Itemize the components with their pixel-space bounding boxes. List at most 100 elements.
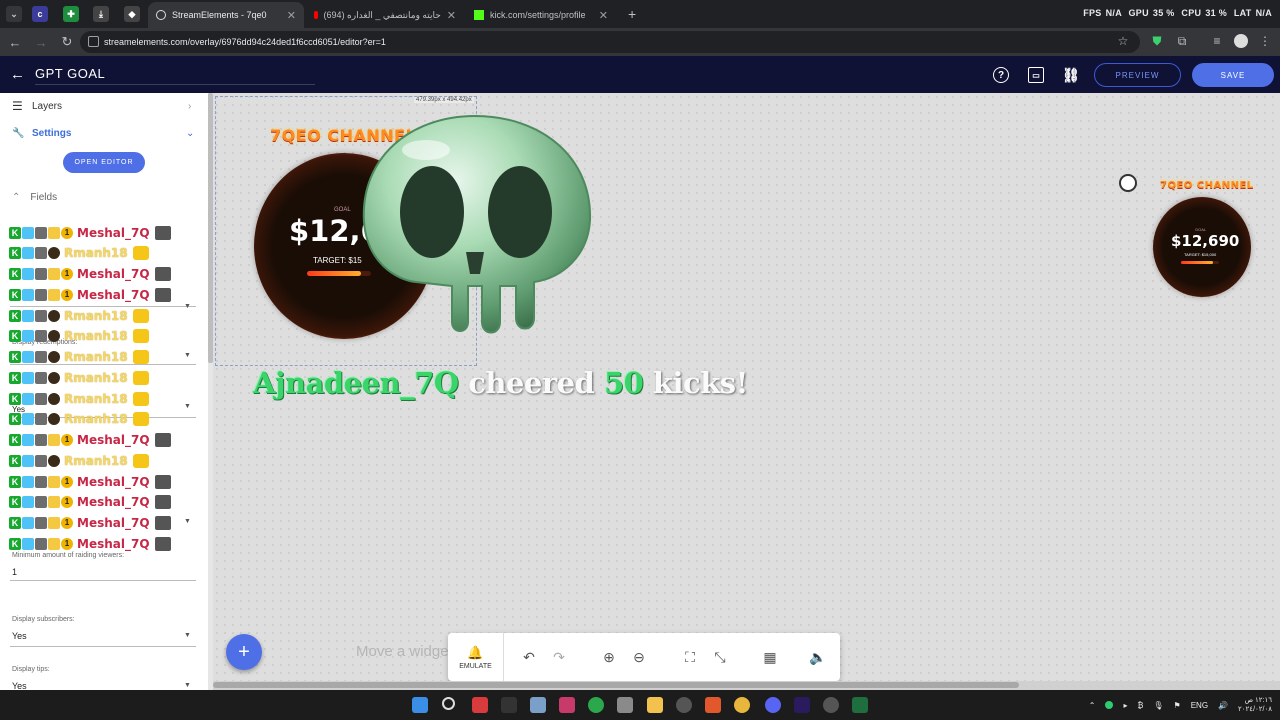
dropdown-caret-icon[interactable]: ▼ — [184, 682, 191, 689]
taskbar-app-1-icon[interactable] — [472, 697, 488, 713]
fields-row[interactable]: ⌃ Fields — [0, 190, 208, 204]
dropdown-caret-icon[interactable]: ▼ — [184, 403, 191, 410]
dropdown-caret-icon[interactable]: ▼ — [184, 632, 191, 639]
url-field[interactable]: streamelements.com/overlay/6976dd94c24de… — [80, 31, 1140, 53]
chat-message: K 1 Meshal_7Q — [9, 266, 171, 283]
sub-badge-icon — [48, 309, 60, 322]
fullscreen-icon[interactable]: ⛶ — [681, 648, 699, 666]
extensions-icon[interactable]: ⧉ — [1175, 34, 1189, 48]
help-icon[interactable]: ? — [993, 67, 1009, 83]
avatar-badge-icon — [35, 371, 47, 384]
back-arrow-icon[interactable]: ← — [10, 66, 25, 83]
system-tray: ⌃ ▸ ₿ 🎙 ⚑ ENG 🔊 ١٢:١٦ ص ٢٠٢٤/٠٢/٠٨ — [1089, 696, 1272, 714]
close-tab-icon[interactable]: ✕ — [599, 9, 608, 22]
taskbar-app-3-icon[interactable] — [559, 697, 575, 713]
settings-gear-icon[interactable] — [530, 697, 546, 713]
extension-shield-icon[interactable]: ⛊ — [1150, 34, 1164, 48]
undo-icon[interactable]: ↶ — [520, 648, 538, 666]
pinned-tab-1-icon[interactable]: c — [32, 6, 48, 22]
file-explorer-icon[interactable] — [647, 697, 663, 713]
new-tab-button[interactable]: + — [628, 6, 636, 22]
reload-icon[interactable]: ↻ — [56, 31, 78, 53]
clock[interactable]: ١٢:١٦ ص ٢٠٢٤/٠٢/٠٨ — [1238, 696, 1272, 714]
pinned-tab-4-icon[interactable]: ◆ — [124, 6, 140, 22]
chat-username: Rmanh18 — [64, 370, 128, 385]
tray-arrow-icon[interactable]: ⌃ — [1089, 701, 1096, 710]
taskbar-app-7-icon[interactable] — [823, 697, 839, 713]
taskbar-app-5-icon[interactable] — [617, 697, 633, 713]
tab-search-icon[interactable]: ⌄ — [6, 6, 22, 22]
dropdown-caret-icon[interactable]: ▼ — [184, 518, 191, 525]
subscribers-select[interactable]: Yes — [12, 631, 27, 641]
discord-icon[interactable] — [765, 697, 781, 713]
tray-play-icon[interactable]: ▸ — [1123, 701, 1127, 710]
preview-button[interactable]: PREVIEW — [1094, 63, 1181, 87]
chat-emote-icon — [132, 329, 149, 344]
layers-row[interactable]: ☰ Layers › — [0, 99, 208, 113]
tab-streamelements[interactable]: StreamElements - 7qe0 ✕ — [148, 2, 304, 28]
tab-label: kick.com/settings/profile — [490, 10, 586, 20]
pinned-tab-2-icon[interactable]: ✚ — [63, 6, 79, 22]
chat-message: K 1 Meshal_7Q — [9, 473, 171, 490]
close-tab-icon[interactable]: ✕ — [287, 9, 296, 22]
chat-emote-icon — [132, 391, 149, 406]
crown-badge-icon — [48, 226, 60, 239]
dropdown-caret-icon[interactable]: ▼ — [184, 352, 191, 359]
kick-badge-icon: K — [9, 517, 21, 529]
grid-icon[interactable]: ▦ — [761, 648, 779, 666]
emulate-button[interactable]: 🔔 EMULATE — [448, 633, 504, 681]
zoom-out-icon[interactable]: ⊖ — [630, 648, 648, 666]
media-controls-icon[interactable]: ≡ — [1210, 34, 1224, 48]
forward-icon[interactable]: → — [30, 31, 52, 53]
tab-youtube[interactable]: حايته ومانتصفي _ الغداره (694) ✕ — [306, 2, 464, 28]
tray-app-icon[interactable]: ₿ — [1137, 701, 1143, 710]
taskbar-app-2-icon[interactable] — [501, 697, 517, 713]
taskbar-app-4-icon[interactable] — [588, 697, 604, 713]
verified-badge-icon — [22, 413, 34, 426]
taskbar-app-6-icon[interactable] — [676, 697, 692, 713]
tray-status-icon[interactable] — [1105, 701, 1114, 709]
profile-avatar[interactable] — [1234, 34, 1248, 48]
open-editor-button[interactable]: OPEN EDITOR — [63, 152, 145, 173]
excel-icon[interactable] — [852, 697, 868, 713]
layers-icon: ☰ — [12, 99, 23, 113]
goal-progress-fill — [307, 271, 362, 276]
language-indicator[interactable]: ENG — [1191, 701, 1208, 710]
bookmark-star-icon[interactable]: ☆ — [1116, 34, 1130, 48]
screen-icon[interactable]: ▭ — [1028, 67, 1044, 83]
back-icon[interactable]: ← — [4, 31, 26, 53]
raiding-viewers-input[interactable]: 1 — [12, 567, 17, 577]
premiere-icon[interactable] — [794, 697, 810, 713]
fit-screen-icon[interactable]: ⤡ — [711, 648, 729, 666]
menu-kebab-icon[interactable]: ⋮ — [1258, 34, 1272, 48]
sub-badge-icon — [48, 371, 60, 384]
pinned-tab-3-icon[interactable]: ⤓ — [93, 6, 109, 22]
canvas-scroll-thumb[interactable] — [213, 682, 1019, 688]
redo-icon[interactable]: ↷ — [550, 648, 568, 666]
settings-row[interactable]: 🔧 Settings ⌄ — [0, 126, 208, 140]
tab-kick[interactable]: kick.com/settings/profile ✕ — [466, 2, 616, 28]
chrome-icon[interactable] — [734, 697, 750, 713]
volume-icon[interactable]: 🔈 — [809, 648, 827, 666]
tips-select[interactable]: Yes — [12, 681, 27, 690]
link-icon[interactable]: ⛓ — [1062, 67, 1080, 83]
zoom-in-icon[interactable]: ⊕ — [600, 648, 618, 666]
dropdown-caret-icon[interactable]: ▼ — [184, 303, 191, 310]
chat-emote-icon — [154, 516, 171, 530]
tray-app-2-icon[interactable]: ⚑ — [1174, 701, 1181, 710]
microphone-icon[interactable]: 🎙 — [1153, 701, 1163, 710]
start-icon[interactable] — [412, 697, 428, 713]
chat-username: Meshal_7Q — [77, 495, 150, 510]
avatar-badge-icon — [35, 288, 47, 301]
search-icon[interactable] — [442, 697, 455, 710]
overlay-title[interactable]: GPT GOAL — [35, 66, 315, 85]
save-button[interactable]: SAVE — [1192, 63, 1274, 87]
close-tab-icon[interactable]: ✕ — [447, 9, 456, 22]
site-info-icon[interactable] — [88, 36, 99, 47]
coin-badge-icon: 1 — [61, 226, 73, 239]
brave-browser-icon[interactable] — [705, 697, 721, 713]
fps-label: FPS — [1083, 8, 1102, 18]
chat-emote-icon — [154, 433, 171, 447]
add-widget-button[interactable]: + — [226, 634, 262, 670]
volume-tray-icon[interactable]: 🔊 — [1218, 701, 1228, 710]
